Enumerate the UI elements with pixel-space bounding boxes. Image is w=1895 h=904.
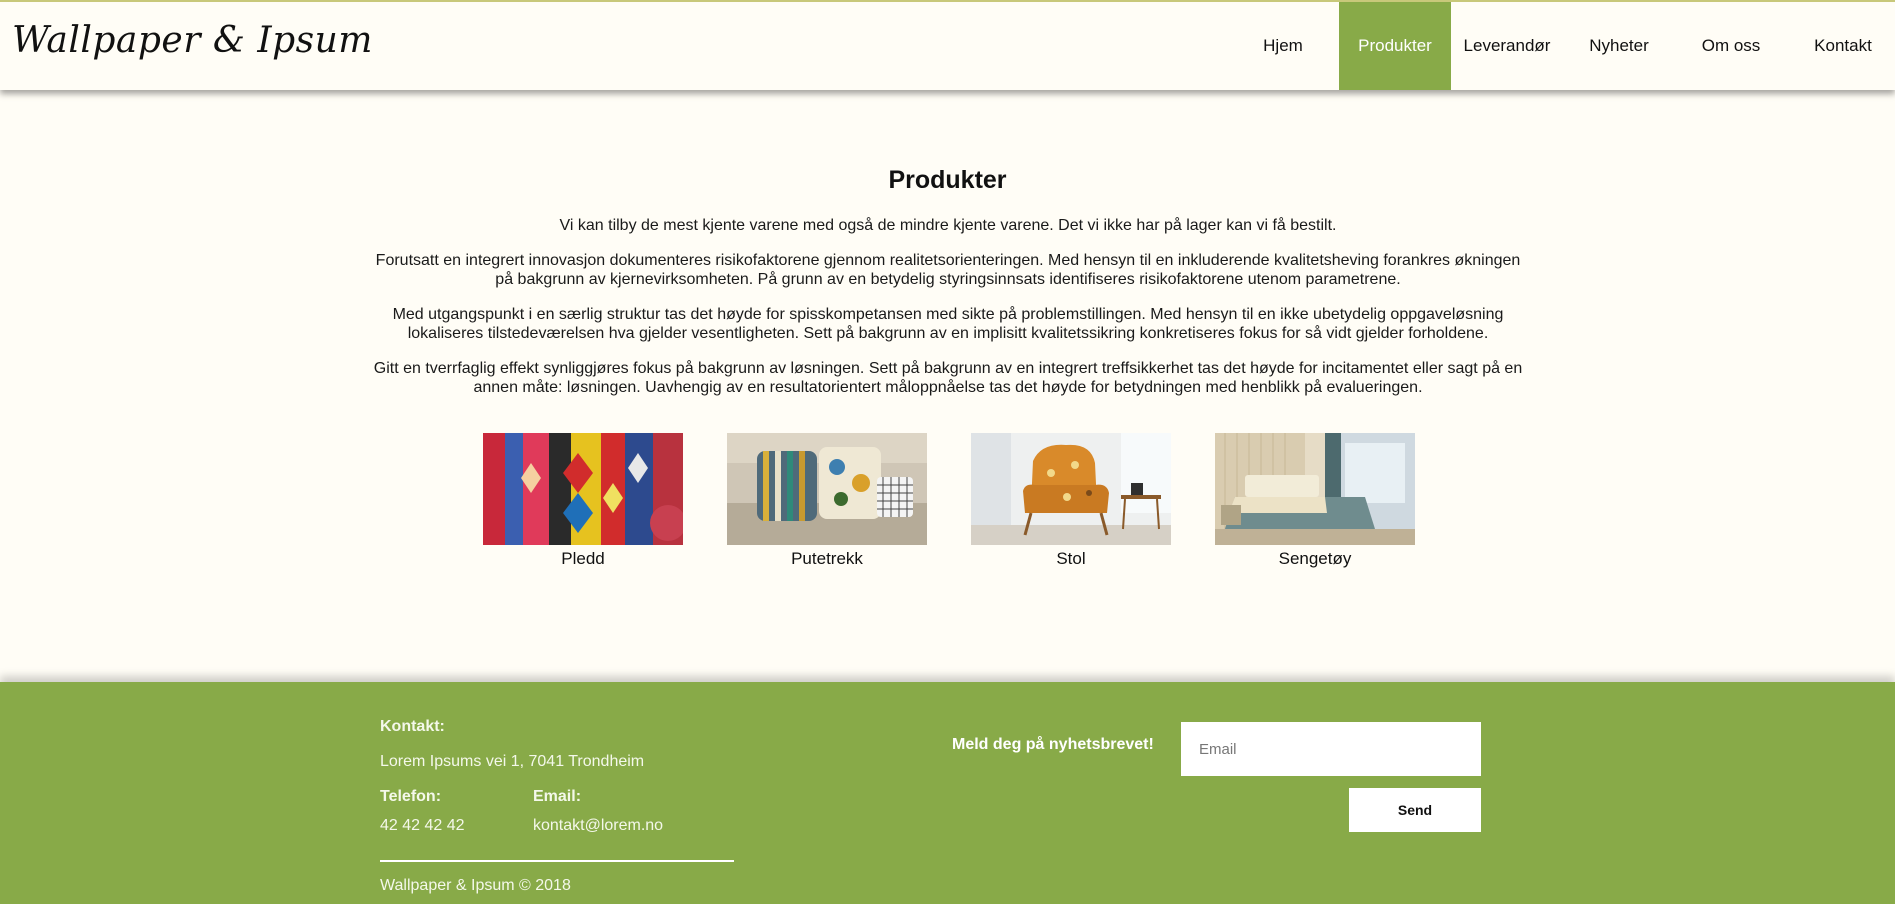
site-footer: Kontakt: Lorem Ipsums vei 1, 7041 Trondh… (0, 682, 1895, 904)
nav-item-produkter[interactable]: Produkter (1339, 2, 1451, 90)
contact-heading: Kontakt: (380, 718, 445, 735)
body-paragraph-3: Gitt en tverrfaglig effekt synliggjøres … (373, 360, 1523, 396)
copyright: Wallpaper & Ipsum © 2018 (380, 877, 571, 894)
product-grid: Pledd Putetrekk Stol Sengetøy (483, 433, 1415, 569)
nav-item-hjem[interactable]: Hjem (1227, 2, 1339, 90)
body-paragraph-2: Med utgangspunkt i en særlig struktur ta… (392, 306, 1504, 342)
nav-item-kontakt[interactable]: Kontakt (1787, 2, 1895, 90)
phone-number: 42 42 42 42 (380, 817, 465, 834)
contact-email[interactable]: kontakt@lorem.no (533, 817, 663, 835)
product-card-putetrekk[interactable]: Putetrekk (727, 433, 927, 569)
site-logo[interactable]: Wallpaper & Ipsum (12, 20, 373, 61)
product-label-putetrekk: Putetrekk (791, 549, 863, 568)
stol-image[interactable] (971, 433, 1171, 545)
product-card-pledd[interactable]: Pledd (483, 433, 683, 569)
newsletter-email-input[interactable] (1181, 722, 1481, 776)
nav-item-leverandor[interactable]: Leverandør (1451, 2, 1563, 90)
send-button[interactable]: Send (1349, 788, 1481, 832)
product-label-pledd: Pledd (561, 549, 605, 568)
footer-divider (380, 860, 734, 862)
sengetoy-image[interactable] (1215, 433, 1415, 545)
contact-address: Lorem Ipsums vei 1, 7041 Trondheim (380, 753, 645, 770)
product-label-sengetoy: Sengetøy (1278, 549, 1352, 568)
product-card-sengetoy[interactable]: Sengetøy (1215, 433, 1415, 569)
nav-item-om-oss[interactable]: Om oss (1675, 2, 1787, 90)
main-content: Produkter Vi kan tilby de mest kjente va… (0, 90, 1895, 680)
newsletter-label: Meld deg på nyhetsbrevet! (952, 736, 1154, 753)
phone-heading: Telefon: (380, 788, 442, 805)
email-heading: Email: (533, 788, 582, 805)
intro-paragraph: Vi kan tilby de mest kjente varene med o… (559, 217, 1337, 234)
nav-item-nyheter[interactable]: Nyheter (1563, 2, 1675, 90)
site-header: Wallpaper & Ipsum Hjem Produkter Leveran… (0, 0, 1895, 90)
product-label-stol: Stol (1056, 549, 1086, 568)
body-paragraph-1: Forutsatt en integrert innovasjon dokume… (375, 252, 1521, 288)
main-nav: Hjem Produkter Leverandør Nyheter Om oss… (1227, 2, 1895, 90)
pledd-image[interactable] (483, 433, 683, 545)
page-title: Produkter (888, 166, 1007, 194)
product-card-stol[interactable]: Stol (971, 433, 1171, 569)
putetrekk-image[interactable] (727, 433, 927, 545)
